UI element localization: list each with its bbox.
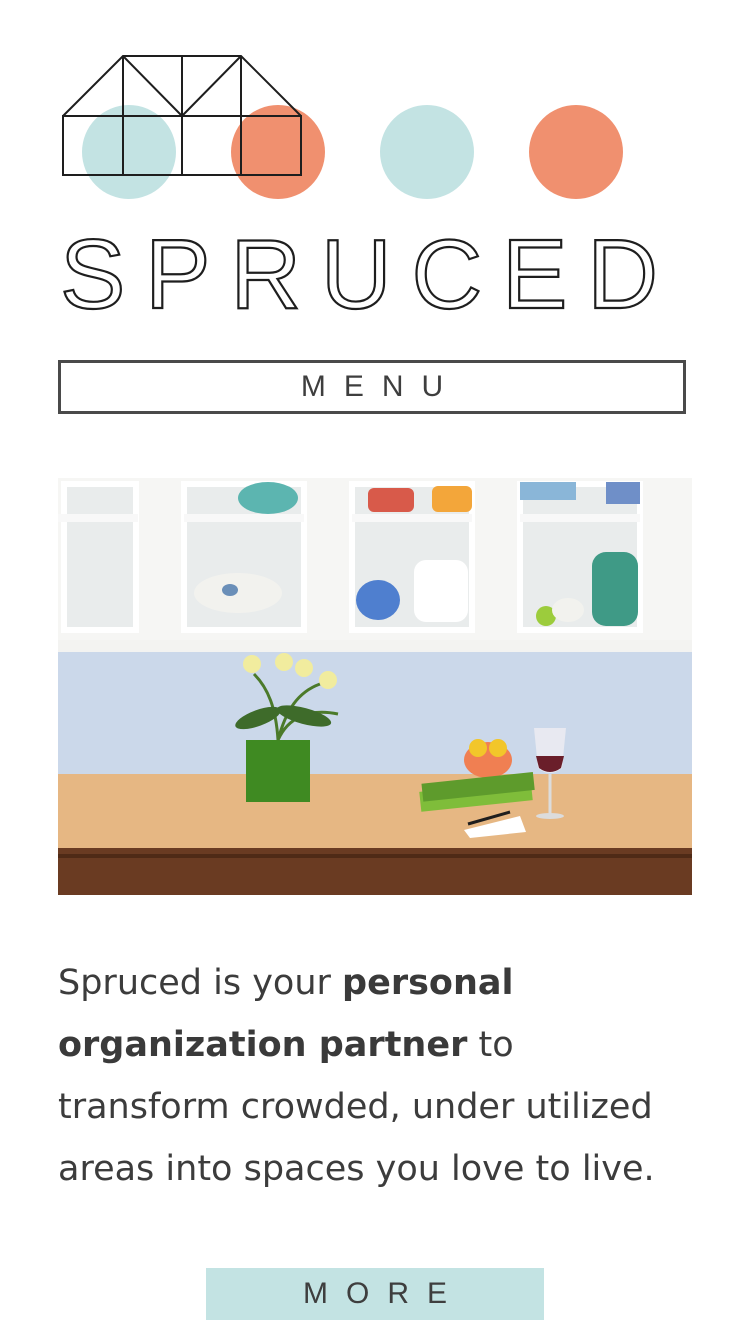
more-button[interactable]: MORE <box>206 1268 544 1320</box>
logo-dot-teal-1 <box>82 105 176 199</box>
menu-button-label: MENU <box>300 370 462 403</box>
intro-text: Spruced is your personal organization pa… <box>58 952 688 1200</box>
logo-dot-coral-2 <box>529 105 623 199</box>
logo-dot-teal-2 <box>380 105 474 199</box>
intro-text-lead: Spruced is your <box>58 963 343 1003</box>
logo-dot-coral-1 <box>231 105 325 199</box>
more-button-label: MORE <box>303 1277 465 1310</box>
brand-wordmark: SPRUCED <box>60 219 658 329</box>
hero-image <box>58 478 692 895</box>
menu-button[interactable]: MENU <box>58 360 686 414</box>
spruced-logo[interactable]: SPRUCED <box>58 50 678 330</box>
